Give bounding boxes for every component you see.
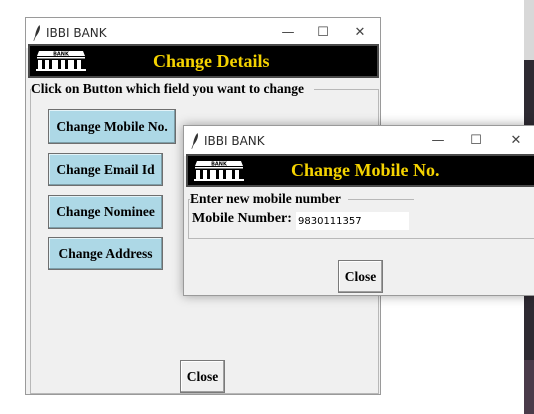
header-banner: BANK Change Mobile No. [186, 154, 534, 187]
close-icon[interactable]: ✕ [502, 130, 530, 152]
maximize-icon[interactable]: ☐ [462, 130, 490, 152]
change-address-button[interactable]: Change Address [48, 237, 163, 270]
page-title: Change Details [153, 50, 270, 71]
window-title: IBBI BANK [204, 134, 265, 148]
feather-icon [191, 133, 199, 149]
group-label: Enter new mobile number [190, 191, 341, 207]
close-icon[interactable]: ✕ [346, 22, 374, 44]
feather-icon [33, 25, 41, 41]
title-bar[interactable]: IBBI BANK — ☐ ✕ [184, 126, 534, 156]
mobile-number-input[interactable] [296, 212, 409, 230]
logo-text: BANK [211, 162, 228, 168]
bank-logo-icon: BANK [36, 51, 86, 71]
minimize-icon[interactable]: — [274, 22, 302, 44]
change-mobile-window: IBBI BANK — ☐ ✕ BANK Change Mobile No. E… [183, 125, 534, 296]
window-title: IBBI BANK [46, 26, 107, 40]
page-title: Change Mobile No. [291, 160, 440, 180]
maximize-icon[interactable]: ☐ [309, 22, 337, 44]
bank-logo-icon: BANK [194, 161, 244, 181]
logo-text: BANK [53, 52, 70, 58]
group-label: Click on Button which field you want to … [31, 81, 305, 97]
change-mobile-button[interactable]: Change Mobile No. [48, 109, 176, 144]
change-nominee-button[interactable]: Change Nominee [48, 195, 163, 229]
close-button[interactable]: Close [338, 260, 383, 293]
close-button[interactable]: Close [180, 360, 225, 393]
header-banner: BANK Change Details [28, 44, 379, 78]
minimize-icon[interactable]: — [424, 130, 452, 152]
mobile-number-label: Mobile Number: [192, 211, 292, 226]
change-email-button[interactable]: Change Email Id [48, 153, 163, 186]
